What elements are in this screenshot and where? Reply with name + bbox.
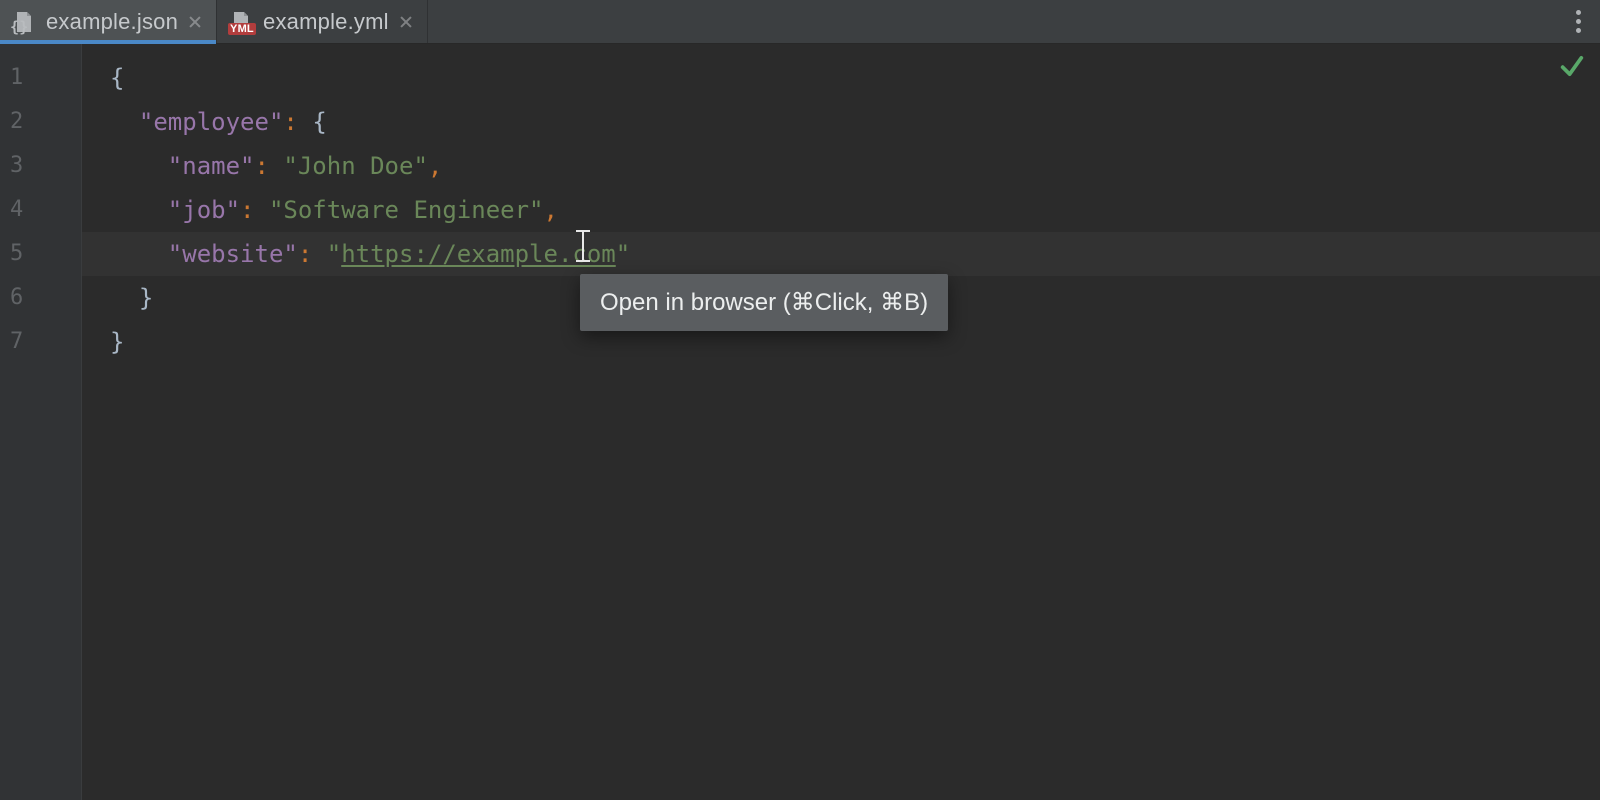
inspections-ok-icon[interactable] [1558, 52, 1586, 80]
tabbar-spacer [428, 0, 1556, 43]
line-number: 5 [0, 232, 81, 276]
code-line: "name": "John Doe", [82, 144, 1600, 188]
tab-example-json[interactable]: {} example.json [0, 0, 217, 43]
code-line-active: "website": "https://example.com" [82, 232, 1600, 276]
line-number: 6 [0, 276, 81, 320]
code-line: "job": "Software Engineer", [82, 188, 1600, 232]
code-line: { [82, 56, 1600, 100]
line-number: 3 [0, 144, 81, 188]
code-line: "employee": { [82, 100, 1600, 144]
code-editor[interactable]: 1 2 3 4 5 6 7 { "employee": { "name": "J… [0, 44, 1600, 800]
line-number: 1 [0, 56, 81, 100]
code-area[interactable]: { "employee": { "name": "John Doe", "job… [82, 44, 1600, 800]
json-file-icon: {} [12, 10, 36, 34]
close-icon[interactable] [399, 15, 413, 29]
tooltip-text: Open in browser (⌘Click, ⌘B) [600, 289, 928, 316]
yml-file-icon: YML [229, 10, 253, 34]
tab-label: example.yml [263, 9, 389, 35]
hover-tooltip: Open in browser (⌘Click, ⌘B) [580, 274, 948, 331]
tab-label: example.json [46, 9, 178, 35]
line-number: 7 [0, 320, 81, 364]
line-number: 2 [0, 100, 81, 144]
line-number-gutter: 1 2 3 4 5 6 7 [0, 44, 82, 800]
close-icon[interactable] [188, 15, 202, 29]
tab-example-yml[interactable]: YML example.yml [217, 0, 428, 43]
url-link[interactable]: https://example.com [341, 240, 616, 268]
editor-tabbar: {} example.json YML example.yml [0, 0, 1600, 44]
line-number: 4 [0, 188, 81, 232]
more-menu-icon[interactable] [1556, 0, 1600, 43]
